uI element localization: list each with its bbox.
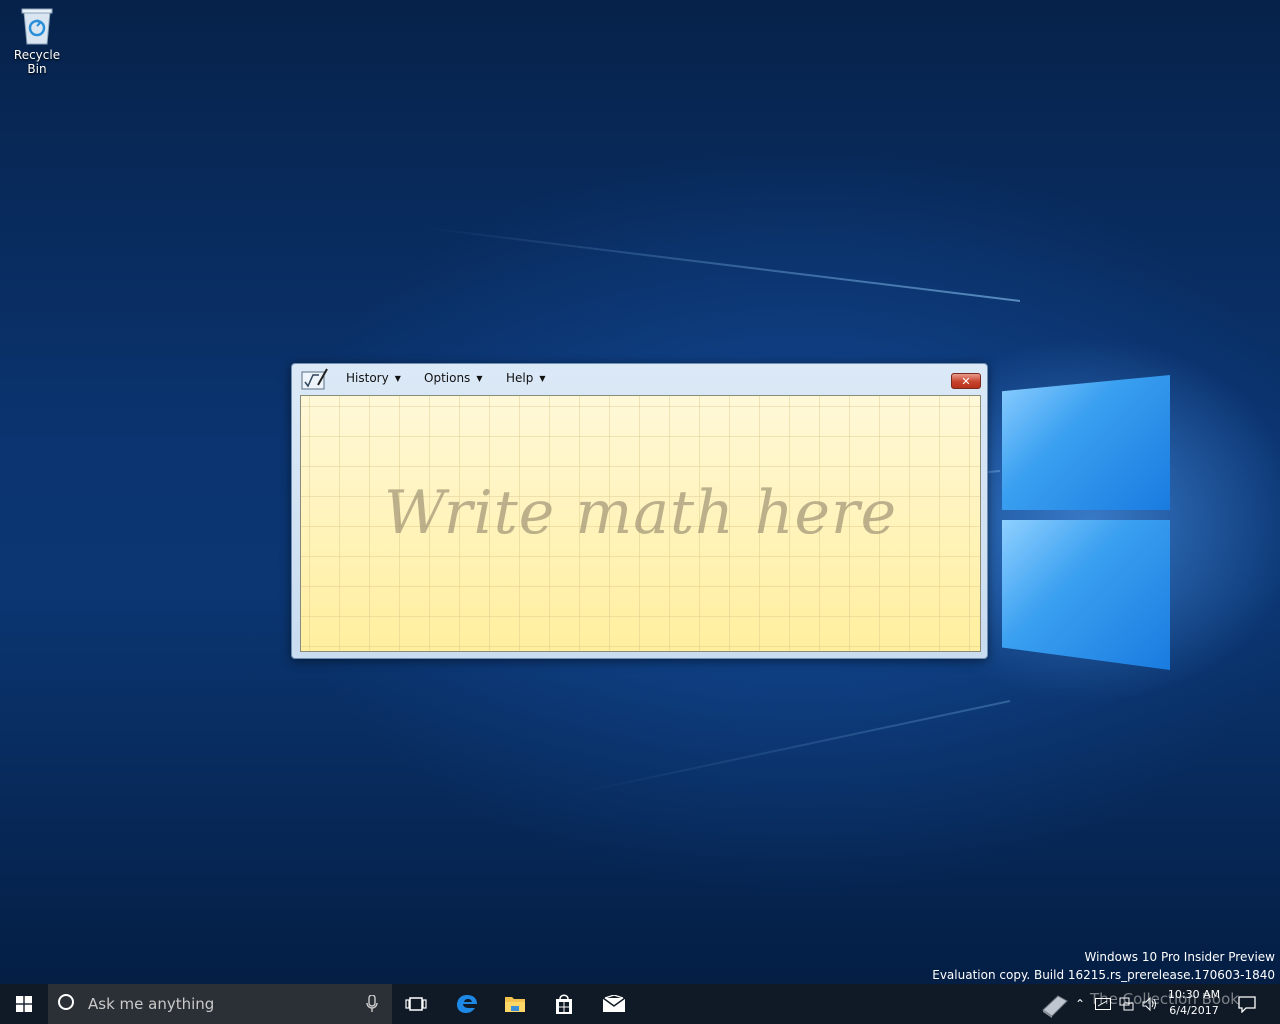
file-explorer-button[interactable] [492,984,538,1024]
tray-clock[interactable]: 10:30 AM 6/4/2017 [1162,987,1226,1019]
file-explorer-icon [505,997,525,1012]
chevron-down-icon: ▼ [394,373,401,383]
cortana-search-box[interactable]: Ask me anything [48,984,392,1024]
watermark-edition: Windows 10 Pro Insider Preview [1084,950,1275,964]
windows-logo-wallpaper [996,355,1176,675]
mail-button[interactable] [591,984,637,1024]
show-hidden-icons-button[interactable]: ⌃ [1072,996,1088,1012]
watermark-build: Evaluation copy. Build 16215.rs_prerelea… [932,968,1275,982]
menu-options-label: Options [424,371,471,385]
desktop-background: Recycle Bin History ▼ Options ▼ Help ▼ ✕… [0,0,1280,984]
math-input-panel-icon [301,367,329,391]
math-input-panel-window[interactable]: History ▼ Options ▼ Help ▼ ✕ Write math … [291,363,988,659]
action-center-button[interactable] [1238,995,1256,1014]
menu-history[interactable]: History ▼ [346,371,401,385]
menu-help-label: Help [506,371,534,385]
tray-app-icon[interactable] [1095,996,1111,1012]
recycle-bin-label: Recycle Bin [13,48,61,76]
clock-date: 6/4/2017 [1169,1004,1219,1017]
taskbar: Ask me anything The Collection Book ⌃ 10… [0,984,1280,1024]
windows-start-icon [16,996,32,1012]
task-view-button[interactable] [393,984,439,1024]
build-watermark: Windows 10 Pro Insider Preview Evaluatio… [932,948,1275,984]
close-icon: ✕ [961,374,971,388]
network-icon [1119,997,1134,1011]
edge-button[interactable] [444,984,490,1024]
close-button[interactable]: ✕ [951,373,981,389]
task-view-icon [405,997,427,1011]
collection-book-icon[interactable] [1040,992,1070,1018]
chevron-down-icon: ▼ [476,373,483,383]
speaker-icon [1142,996,1156,1012]
write-math-hint: Write math here [383,478,898,548]
clock-time: 10:30 AM [1167,988,1221,1001]
microphone-icon[interactable] [366,995,378,1013]
light-beam [424,226,1021,302]
chevron-up-icon: ⌃ [1074,997,1086,1011]
book-icon [1042,995,1068,1018]
menu-help[interactable]: Help ▼ [506,371,546,385]
store-icon [556,994,572,1014]
store-button[interactable] [541,984,587,1024]
chevron-down-icon: ▼ [539,373,546,383]
pen-workspace-icon [1095,998,1111,1010]
notification-icon [1238,996,1256,1014]
title-bar[interactable]: History ▼ Options ▼ Help ▼ ✕ [292,364,987,394]
start-button[interactable] [0,984,48,1024]
edge-icon [457,995,477,1013]
desktop-icon-recycle-bin[interactable]: Recycle Bin [4,6,70,76]
writing-area[interactable]: Write math here [300,395,981,652]
volume-button[interactable] [1141,996,1157,1012]
menu-options[interactable]: Options ▼ [424,371,482,385]
menu-history-label: History [346,371,389,385]
mail-icon [602,995,626,1012]
search-placeholder: Ask me anything [88,995,215,1013]
recycle-bin-icon [20,6,54,46]
cortana-icon [58,994,74,1010]
light-beam [569,700,1011,796]
network-button[interactable] [1118,996,1134,1012]
